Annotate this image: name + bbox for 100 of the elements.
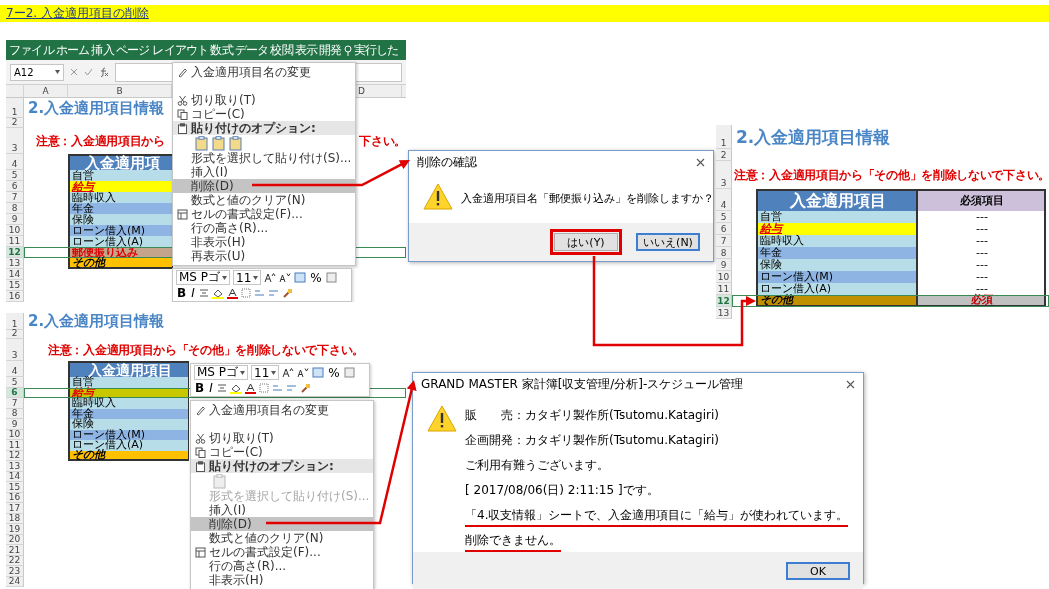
row-number[interactable]: 3 — [6, 128, 24, 154]
menu-item[interactable]: 形式を選択して貼り付け(S)... — [173, 151, 355, 165]
ribbon-tab[interactable]: ページ レイアウト — [115, 41, 209, 59]
menu-item[interactable]: 数式と値のクリア(N) — [173, 193, 355, 207]
row-number[interactable]: 7 — [6, 192, 24, 203]
row-number[interactable]: 7 — [716, 235, 732, 247]
table-cell: 臨時収入 — [68, 398, 188, 409]
row-number[interactable]: 19 — [6, 524, 24, 535]
row-number[interactable]: 4 — [716, 189, 732, 211]
dialog-button[interactable]: いいえ(N) — [636, 233, 700, 251]
check-icon — [84, 68, 93, 76]
row-number[interactable]: 11 — [716, 283, 732, 295]
grow-font-icon — [282, 367, 295, 378]
ribbon-tab[interactable]: 表示 — [294, 41, 318, 59]
row-number[interactable]: 8 — [6, 203, 24, 214]
ribbon-tab[interactable]: 挿入 — [91, 41, 114, 59]
table-cell: --- — [916, 247, 1046, 259]
menu-item[interactable]: 非表示(H) — [191, 573, 373, 587]
menu-item[interactable]: 入金適用項目名の変更 — [191, 403, 373, 417]
row-number[interactable]: 11 — [6, 236, 24, 247]
menu-item[interactable]: 挿入(I) — [191, 503, 373, 517]
row-number[interactable]: 11 — [6, 440, 24, 451]
row-number[interactable]: 4 — [6, 361, 24, 377]
menu-item[interactable]: 行の高さ(R)... — [173, 221, 355, 235]
menu-item[interactable]: 削除(D) — [173, 179, 355, 193]
ribbon-tab[interactable]: データ — [234, 41, 269, 59]
percent-button[interactable]: % — [327, 365, 341, 380]
phonetic-icon — [294, 272, 307, 283]
copy-icon — [194, 446, 206, 458]
menu-item[interactable]: コピー(C) — [173, 107, 355, 121]
bold-button[interactable]: B — [194, 381, 206, 395]
name-box[interactable]: A12 — [10, 63, 64, 81]
row-number[interactable]: 3 — [6, 339, 24, 361]
font-field[interactable]: MS Pゴ — [176, 270, 231, 285]
row-number[interactable]: 13 — [6, 461, 24, 472]
menu-item[interactable]: 行の高さ(R)... — [191, 559, 373, 573]
menu-item[interactable]: 切り取り(T) — [191, 431, 373, 445]
row-number[interactable]: 7 — [6, 398, 24, 409]
ribbon-tab[interactable]: 数式 — [210, 41, 233, 59]
row-number[interactable]: 23 — [6, 566, 24, 577]
row-number[interactable]: 6 — [6, 181, 24, 192]
row-number[interactable]: 6 — [716, 223, 732, 235]
shrink-font-icon — [279, 272, 292, 283]
ribbon-tab[interactable]: ホーム — [55, 41, 90, 59]
row-number[interactable]: 1 — [716, 125, 732, 149]
row-number[interactable]: 24 — [6, 576, 24, 587]
italic-button[interactable]: I — [190, 286, 196, 300]
table-cell: 臨時収入 — [756, 235, 916, 247]
menu-section-header: 貼り付けのオプション: — [191, 459, 373, 473]
row-number[interactable]: 1 — [6, 313, 24, 330]
row-number[interactable]: 10 — [716, 271, 732, 283]
ribbon-tab[interactable]: 校閲 — [270, 41, 293, 59]
font-field[interactable]: MS Pゴ — [194, 365, 249, 380]
dialog-text: 「4.収支情報」シートで、入金適用項目に「給与」が使われています。 — [465, 507, 849, 527]
paintbrush-icon — [281, 287, 293, 299]
row-number[interactable]: 9 — [716, 259, 732, 271]
row-number[interactable]: 1 — [6, 98, 24, 118]
row-number[interactable]: 2 — [716, 149, 732, 161]
row-number[interactable]: 16 — [6, 291, 24, 302]
column-header[interactable]: A — [24, 85, 68, 97]
row-number[interactable]: 12 — [716, 295, 732, 307]
menu-item[interactable]: 入金適用項目名の変更 — [173, 65, 355, 79]
menu-item[interactable]: 数式と値のクリア(N) — [191, 531, 373, 545]
decimal-icon — [285, 383, 297, 393]
page-heading: 7ー2. 入金適用項目の削除 — [6, 5, 149, 22]
menu-item[interactable]: セルの書式設定(F)... — [173, 207, 355, 221]
row-number[interactable]: 9 — [6, 419, 24, 430]
tell-me-box[interactable]: 実行した — [343, 41, 399, 59]
row-number[interactable]: 15 — [6, 482, 24, 493]
close-icon — [696, 157, 705, 167]
row-number[interactable]: 8 — [716, 247, 732, 259]
dialog-button[interactable]: はい(Y) — [554, 233, 618, 251]
row-number[interactable]: 13 — [716, 307, 732, 319]
ribbon-tab[interactable]: 開発 — [319, 41, 342, 59]
italic-button[interactable]: I — [208, 381, 214, 395]
row-number[interactable]: 3 — [716, 161, 732, 189]
font-size-field[interactable]: 11 — [251, 365, 280, 380]
menu-item[interactable]: 削除(D) — [191, 517, 373, 531]
menu-item[interactable]: 挿入(I) — [173, 165, 355, 179]
ribbon-tab[interactable]: ファイル — [9, 41, 54, 59]
menu-item[interactable]: セルの書式設定(F)... — [191, 545, 373, 559]
table-cell: --- — [916, 271, 1046, 283]
percent-button[interactable]: % — [309, 270, 323, 285]
menu-item[interactable]: コピー(C) — [191, 445, 373, 459]
menu-item[interactable]: 再表示(U) — [173, 249, 355, 263]
row-number[interactable]: 21 — [6, 545, 24, 556]
row-number[interactable]: 2 — [6, 118, 24, 128]
clipboard-icon — [195, 135, 209, 151]
menu-item[interactable]: 非表示(H) — [173, 235, 355, 249]
row-number[interactable]: 5 — [6, 170, 24, 181]
row-number[interactable]: 5 — [716, 211, 732, 223]
table-cell: その他 — [68, 258, 172, 269]
row-number[interactable]: 9 — [6, 214, 24, 225]
font-size-field[interactable]: 11 — [233, 270, 262, 285]
row-number[interactable]: 5 — [6, 377, 24, 388]
row-number[interactable]: 4 — [6, 154, 24, 170]
row-number[interactable]: 17 — [6, 503, 24, 514]
bold-button[interactable]: B — [176, 286, 188, 300]
dialog-button[interactable]: OK — [786, 562, 850, 580]
grid-icon — [176, 208, 188, 220]
